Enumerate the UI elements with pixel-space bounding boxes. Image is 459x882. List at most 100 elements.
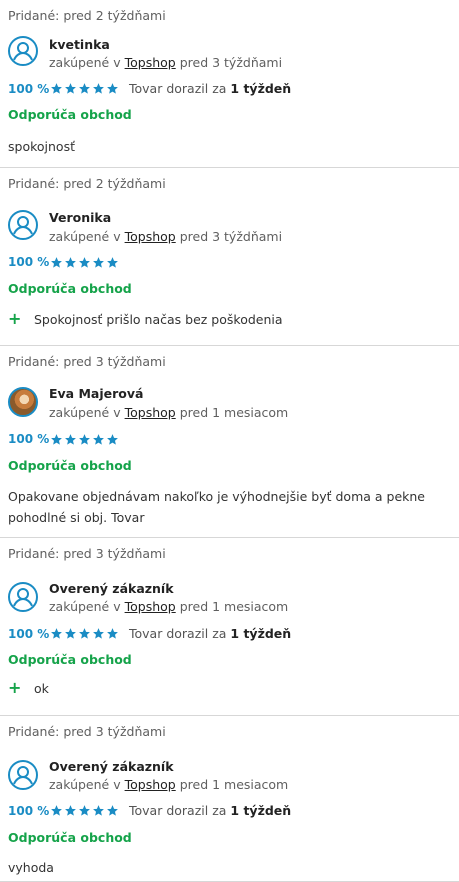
delivery-time: 1 týždeň — [230, 81, 292, 96]
star-icon — [65, 433, 76, 445]
star-icon — [79, 628, 90, 639]
delivery-label: Tovar dorazil za — [129, 803, 227, 818]
comment-text: spokojnosť — [8, 139, 75, 154]
purchase-prefix: zakúpené v — [49, 599, 121, 614]
star-rating — [50, 82, 119, 95]
star-icon — [65, 805, 76, 816]
user-icon — [8, 36, 38, 66]
review-card: Pridané: pred 3 týždňami Overený zákazní… — [0, 538, 459, 716]
star-icon — [51, 628, 62, 639]
star-icon — [79, 83, 90, 94]
review-card: Pridané: pred 2 týždňami Veronika zakúpe… — [0, 168, 459, 346]
recommends-shop: Odporúča obchod — [8, 830, 132, 845]
purchase-info: zakúpené v Topshop pred 1 mesiacom — [49, 599, 288, 614]
review-date: Pridané: pred 3 týždňami — [8, 546, 166, 561]
delivery-label: Tovar dorazil za — [129, 626, 227, 641]
delivery-info: Tovar dorazil za 1 týždeň — [129, 803, 291, 818]
rating-percent: 100 % — [8, 255, 50, 269]
rating-percent: 100 % — [8, 626, 50, 641]
plus-icon: + — [8, 309, 22, 328]
shop-link[interactable]: Topshop — [125, 229, 176, 244]
review-comment: Opakovane objednávam nakoľko je výhodnej… — [8, 486, 451, 528]
purchase-info: zakúpené v Topshop pred 1 mesiacom — [49, 777, 288, 792]
review-comment: vyhoda — [8, 857, 451, 878]
star-icon — [79, 805, 90, 816]
rating-row: 100 % Tovar dorazil za 1 týždeň — [8, 81, 291, 96]
reviewer-name: Overený zákazník — [49, 759, 174, 774]
shop-link[interactable]: Topshop — [125, 55, 176, 70]
star-icon — [107, 433, 118, 445]
star-icon — [51, 433, 62, 445]
star-icon — [93, 83, 104, 94]
purchase-prefix: zakúpené v — [49, 55, 121, 70]
star-icon — [107, 83, 118, 94]
purchase-time: pred 3 týždňami — [179, 55, 283, 70]
review-date: Pridané: pred 3 týždňami — [8, 354, 166, 369]
purchase-info: zakúpené v Topshop pred 3 týždňami — [49, 229, 282, 244]
star-icon — [65, 628, 76, 639]
rating-percent: 100 % — [8, 432, 50, 446]
star-icon — [51, 805, 62, 816]
star-icon — [93, 256, 104, 268]
delivery-time: 1 týždeň — [230, 626, 292, 641]
star-icon — [107, 805, 118, 816]
star-icon — [93, 433, 104, 445]
star-icon — [107, 256, 118, 268]
review-card: Pridané: pred 2 týždňami kvetinka zakúpe… — [0, 0, 459, 168]
reviewer-name: kvetinka — [49, 37, 110, 52]
shop-link[interactable]: Topshop — [125, 777, 176, 792]
star-icon — [51, 83, 62, 94]
rating-row: 100 % — [8, 432, 119, 446]
star-icon — [79, 256, 90, 268]
user-icon — [8, 760, 38, 790]
shop-link[interactable]: Topshop — [125, 405, 176, 420]
comment-text: vyhoda — [8, 860, 54, 875]
user-icon — [8, 210, 38, 240]
delivery-info: Tovar dorazil za 1 týždeň — [129, 81, 291, 96]
rating-row: 100 % Tovar dorazil za 1 týždeň — [8, 803, 291, 818]
purchase-prefix: zakúpené v — [49, 229, 121, 244]
rating-row: 100 % — [8, 255, 119, 269]
reviewer-name: Overený zákazník — [49, 581, 174, 596]
purchase-time: pred 1 mesiacom — [179, 405, 289, 420]
reviews-list: Pridané: pred 2 týždňami kvetinka zakúpe… — [0, 0, 459, 882]
purchase-time: pred 3 týždňami — [179, 229, 283, 244]
purchase-time: pred 1 mesiacom — [179, 599, 289, 614]
rating-percent: 100 % — [8, 81, 50, 96]
review-card: Pridané: pred 3 týždňami Overený zákazní… — [0, 716, 459, 882]
reviewer-name: Veronika — [49, 210, 112, 225]
star-icon — [65, 83, 76, 94]
review-comment: + Spokojnosť prišlo načas bez poškodenia — [8, 309, 451, 330]
review-comment: + ok — [8, 678, 451, 699]
review-date: Pridané: pred 2 týždňami — [8, 176, 166, 191]
purchase-prefix: zakúpené v — [49, 405, 121, 420]
purchase-prefix: zakúpené v — [49, 777, 121, 792]
star-icon — [107, 628, 118, 639]
avatar — [8, 387, 38, 417]
comment-text: Opakovane objednávam nakoľko je výhodnej… — [8, 489, 425, 525]
recommends-shop: Odporúča obchod — [8, 281, 132, 296]
reviewer-name: Eva Majerová — [49, 386, 144, 401]
shop-link[interactable]: Topshop — [125, 599, 176, 614]
star-icon — [93, 805, 104, 816]
plus-icon: + — [8, 678, 22, 697]
review-card: Pridané: pred 3 týždňami Eva Majerová za… — [0, 346, 459, 538]
delivery-info: Tovar dorazil za 1 týždeň — [129, 626, 291, 641]
recommends-shop: Odporúča obchod — [8, 107, 132, 122]
purchase-info: zakúpené v Topshop pred 1 mesiacom — [49, 405, 288, 420]
review-comment: spokojnosť — [8, 136, 451, 157]
delivery-label: Tovar dorazil za — [129, 81, 227, 96]
review-date: Pridané: pred 2 týždňami — [8, 8, 166, 23]
star-icon — [51, 256, 62, 268]
comment-text: Spokojnosť prišlo načas bez poškodenia — [34, 312, 283, 327]
purchase-info: zakúpené v Topshop pred 3 týždňami — [49, 55, 282, 70]
comment-text: ok — [34, 681, 49, 696]
star-rating — [50, 256, 119, 269]
star-rating — [50, 433, 119, 446]
star-icon — [65, 256, 76, 268]
star-rating — [50, 627, 119, 640]
delivery-time: 1 týždeň — [230, 803, 292, 818]
star-icon — [93, 628, 104, 639]
star-rating — [50, 804, 119, 817]
recommends-shop: Odporúča obchod — [8, 652, 132, 667]
